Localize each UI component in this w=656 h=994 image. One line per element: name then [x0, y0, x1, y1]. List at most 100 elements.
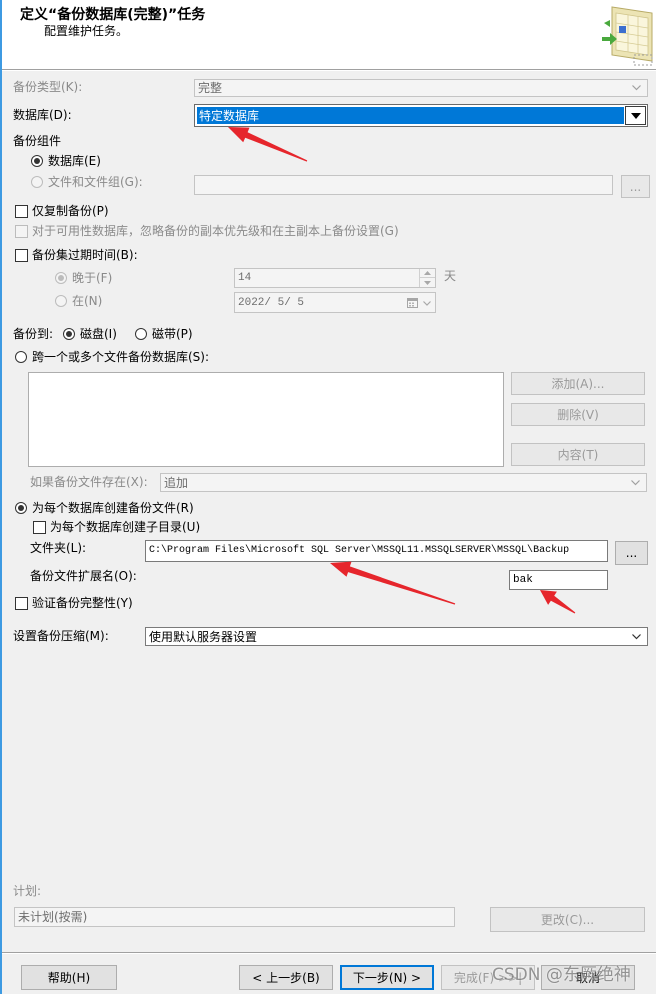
remove-file-button[interactable]: 删除(V): [511, 403, 645, 426]
chevron-down-icon: [632, 85, 641, 91]
chevron-down-icon[interactable]: [423, 301, 431, 306]
annotation-arrow-folder: [330, 561, 456, 605]
radio-indicator[interactable]: [135, 328, 147, 340]
checkbox-subdirectory-per-database[interactable]: 为每个数据库创建子目录(U): [33, 520, 200, 534]
radio-label: 磁盘(I): [80, 327, 117, 341]
change-schedule-button[interactable]: 更改(C)...: [490, 907, 645, 932]
schedule-value: 未计划(按需): [18, 910, 88, 924]
next-button[interactable]: 下一步(N) >: [340, 965, 434, 990]
chevron-down-icon: [631, 479, 640, 485]
radio-expire-on[interactable]: 在(N): [55, 294, 102, 308]
radio-file-per-database[interactable]: 为每个数据库创建备份文件(R): [15, 501, 194, 515]
checkbox-label: 验证备份完整性(Y): [32, 596, 133, 610]
backup-files-list[interactable]: [28, 372, 504, 467]
expire-date-picker[interactable]: 2022/ 5/ 5: [234, 292, 436, 313]
radio-label: 数据库(E): [48, 154, 101, 168]
schedule-label: 计划:: [13, 884, 42, 898]
database-select[interactable]: 特定数据库: [194, 104, 648, 127]
database-selected-value: 特定数据库: [199, 108, 260, 123]
spin-down-icon[interactable]: [420, 278, 435, 287]
checkbox-indicator[interactable]: [15, 204, 28, 218]
folder-value: C:\Program Files\Microsoft SQL Server\MS…: [149, 545, 570, 556]
checkbox-label: 备份集过期时间(B):: [32, 248, 138, 262]
radio-indicator[interactable]: [63, 328, 75, 340]
radio-indicator[interactable]: [15, 351, 27, 363]
backup-type-value: 完整: [198, 81, 223, 95]
radio-component-files[interactable]: 文件和文件组(G):: [31, 175, 143, 189]
back-button[interactable]: < 上一步(B): [239, 965, 333, 990]
radio-label: 磁带(P): [152, 327, 193, 341]
radio-label: 晚于(F): [72, 271, 113, 285]
extension-input[interactable]: bak: [509, 570, 608, 590]
radio-label: 为每个数据库创建备份文件(R): [32, 501, 194, 515]
radio-indicator[interactable]: [31, 176, 43, 188]
radio-indicator[interactable]: [55, 272, 67, 284]
add-file-button[interactable]: 添加(A)...: [511, 372, 645, 395]
checkbox-indicator[interactable]: [15, 248, 28, 262]
spin-buttons[interactable]: [419, 269, 435, 287]
radio-label: 跨一个或多个文件备份数据库(S):: [32, 350, 210, 364]
checkbox-backup-set-expire[interactable]: 备份集过期时间(B):: [15, 248, 138, 262]
checkbox-verify-integrity[interactable]: 验证备份完整性(Y): [15, 596, 133, 610]
watermark: CSDN @东厥绝神: [492, 965, 631, 985]
checkbox-indicator[interactable]: [15, 596, 28, 610]
radio-component-database[interactable]: 数据库(E): [31, 154, 101, 168]
checkbox-indicator[interactable]: [33, 520, 46, 534]
page-subtitle: 配置维护任务。: [44, 24, 129, 38]
expire-days-spinner[interactable]: 14: [234, 268, 436, 288]
spin-up-icon[interactable]: [420, 269, 435, 278]
checkbox-label: 对于可用性数据库，忽略备份的副本优先级和在主副本上备份设置(G): [32, 224, 399, 238]
chevron-down-icon: [632, 633, 641, 639]
triangle-down-icon: [630, 112, 641, 119]
radio-backup-to-tape[interactable]: 磁带(P): [135, 327, 193, 341]
checkbox-label: 仅复制备份(P): [32, 204, 109, 218]
folder-browse-button[interactable]: ...: [615, 541, 648, 565]
backup-type-select[interactable]: 完整: [194, 79, 648, 97]
contents-button[interactable]: 内容(T): [511, 443, 645, 466]
radio-span-multiple-files[interactable]: 跨一个或多个文件备份数据库(S):: [15, 350, 209, 364]
annotation-arrow-extension: [540, 590, 576, 614]
if-exists-label: 如果备份文件存在(X):: [30, 475, 148, 489]
page-title: 定义“备份数据库(完整)”任务: [20, 7, 206, 23]
footer-divider: [2, 952, 656, 954]
checkbox-label: 为每个数据库创建子目录(U): [50, 520, 201, 534]
checkbox-indicator[interactable]: [15, 224, 28, 238]
backup-to-label: 备份到:: [13, 327, 54, 341]
annotation-arrow-database: [228, 127, 308, 162]
database-label: 数据库(D):: [13, 108, 72, 122]
if-exists-value: 追加: [164, 475, 189, 490]
backup-type-label: 备份类型(K):: [13, 80, 83, 94]
folder-label: 文件夹(L):: [30, 541, 87, 555]
dropdown-button[interactable]: [625, 106, 646, 125]
backup-component-heading: 备份组件: [13, 134, 62, 148]
backup-task-icon: [602, 3, 654, 70]
compression-value: 使用默认服务器设置: [149, 629, 258, 644]
wizard-header: 定义“备份数据库(完整)”任务 配置维护任务。: [0, 0, 656, 69]
radio-backup-to-disk[interactable]: 磁盘(I): [63, 327, 117, 341]
selection-highlight: [197, 107, 624, 124]
if-exists-select[interactable]: 追加: [160, 473, 647, 492]
compression-label: 设置备份压缩(M):: [13, 629, 109, 643]
annotation-layer: [228, 127, 576, 614]
radio-label: 在(N): [72, 294, 103, 308]
radio-expire-after[interactable]: 晚于(F): [55, 271, 112, 285]
compression-select[interactable]: 使用默认服务器设置: [145, 627, 648, 646]
radio-indicator[interactable]: [55, 295, 67, 307]
expire-days-unit: 天: [444, 269, 457, 283]
radio-indicator[interactable]: [31, 155, 43, 167]
radio-indicator[interactable]: [15, 502, 27, 514]
filegroup-input[interactable]: [194, 175, 613, 195]
checkbox-copy-only[interactable]: 仅复制备份(P): [15, 204, 109, 218]
calendar-icon[interactable]: [407, 297, 418, 308]
header-divider: [0, 69, 656, 71]
checkbox-availability-ignore[interactable]: 对于可用性数据库，忽略备份的副本优先级和在主副本上备份设置(G): [15, 224, 399, 238]
filegroup-browse-button[interactable]: ...: [621, 175, 650, 198]
radio-label: 文件和文件组(G):: [48, 175, 143, 189]
expire-date-value: 2022/ 5/ 5: [238, 296, 305, 309]
expire-days-value: 14: [238, 272, 252, 284]
folder-input[interactable]: C:\Program Files\Microsoft SQL Server\MS…: [145, 540, 608, 562]
help-button[interactable]: 帮助(H): [21, 965, 117, 990]
extension-value: bak: [513, 574, 533, 586]
schedule-field[interactable]: 未计划(按需): [14, 907, 455, 927]
window-edge: [0, 0, 2, 994]
